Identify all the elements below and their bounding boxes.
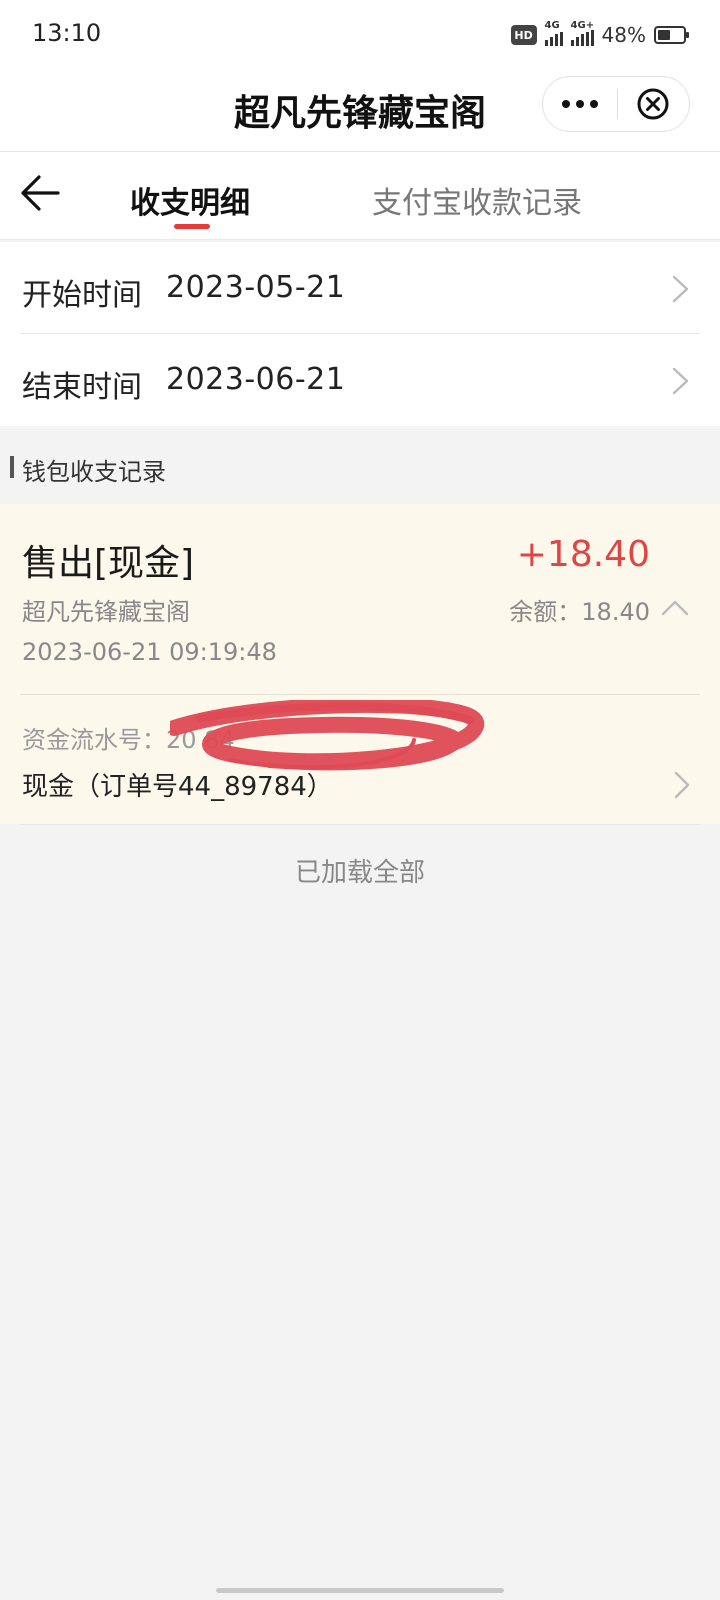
signal-icon: 4G (544, 20, 563, 46)
chevron-right-icon[interactable] (672, 770, 692, 800)
list-item[interactable]: 售出[现金] +18.40 超凡先锋藏宝阁 余额：18.40 2023-06-2… (0, 504, 720, 825)
tab-income-expense[interactable]: 收支明细 (130, 178, 250, 229)
more-button[interactable] (543, 76, 617, 132)
status-bar: 13:10 HD 4G 4G+ 48% (0, 0, 720, 70)
more-dots-icon (561, 100, 570, 108)
close-circle-icon (637, 88, 669, 120)
record-time: 2023-06-21 09:19:48 (22, 638, 277, 666)
signal-icon-secondary: 4G+ (570, 20, 594, 46)
divider (20, 824, 700, 825)
section-title: 钱包收支记录 (22, 458, 166, 486)
miniprogram-capsule (542, 76, 690, 132)
battery-level (658, 30, 670, 40)
redaction-scribble (170, 700, 485, 771)
tab-alipay-records-label: 支付宝收款记录 (372, 186, 582, 221)
start-date-value: 2023-05-21 (166, 270, 346, 305)
status-time: 13:10 (32, 19, 102, 47)
record-shop: 超凡先锋藏宝阁 (22, 598, 190, 626)
loaded-all-text: 已加载全部 (294, 858, 425, 888)
tab-income-expense-label: 收支明细 (130, 186, 250, 221)
tab-active-indicator (174, 224, 210, 229)
signal-label-secondary: 4G+ (570, 20, 595, 31)
tab-alipay-records[interactable]: 支付宝收款记录 (372, 178, 582, 222)
signal-label: 4G (544, 20, 560, 31)
chevron-right-icon (672, 367, 689, 395)
end-date-row[interactable]: 结束时间 2023-06-21 (0, 334, 720, 426)
record-amount: +18.40 (516, 534, 650, 575)
record-type: 售出[现金] (22, 543, 195, 584)
record-order: 现金（订单号44_89784） (22, 772, 333, 802)
title-bar: 超凡先锋藏宝阁 (0, 70, 720, 152)
start-date-label: 开始时间 (22, 278, 142, 313)
close-button[interactable] (618, 76, 690, 132)
chevron-up-icon[interactable] (660, 598, 690, 618)
arrow-left-icon (21, 175, 60, 211)
divider (20, 694, 700, 695)
end-date-value: 2023-06-21 (166, 362, 346, 397)
battery-icon (654, 26, 689, 44)
tab-bar: 收支明细 支付宝收款记录 (0, 152, 720, 240)
home-indicator[interactable] (216, 1588, 504, 1593)
record-balance: 余额：18.40 (509, 598, 650, 626)
start-date-row[interactable]: 开始时间 2023-05-21 (0, 242, 720, 334)
end-date-label: 结束时间 (22, 370, 142, 405)
back-button[interactable] (18, 170, 64, 216)
section-marker (10, 456, 14, 478)
battery-percent: 48% (601, 23, 646, 47)
status-icons: HD 4G 4G+ 48% (510, 20, 689, 50)
chevron-right-icon (672, 275, 689, 303)
section-header: 钱包收支记录 (0, 426, 720, 504)
hd-voice-icon: HD (510, 25, 537, 45)
